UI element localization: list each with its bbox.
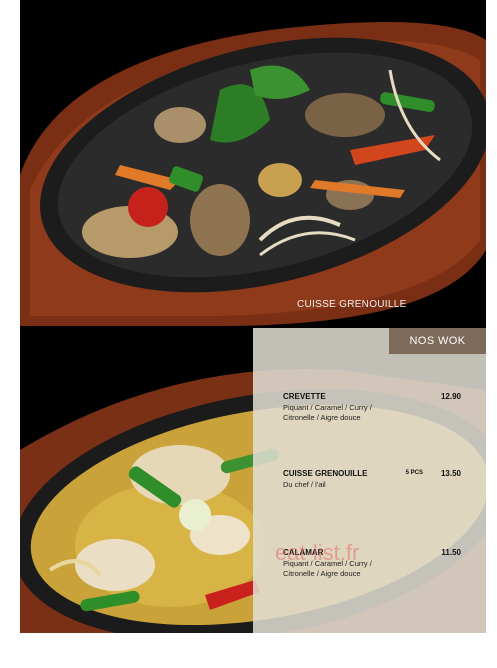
menu-item: CUISSE GRENOUILLE 5 PCS 13.50 Du chef / … — [283, 469, 473, 490]
section-title: NOS WOK — [389, 328, 486, 354]
menu-item: CREVETTE 12.90 Piquant / Caramel / Curry… — [283, 392, 473, 423]
watermark: eat-list.fr — [275, 540, 360, 565]
dish-price: 13.50 — [440, 469, 461, 478]
dish-price: 12.90 — [440, 392, 461, 401]
dish-description: Du chef / l'ail — [283, 480, 326, 489]
dish-description: Piquant / Caramel / Curry / Citronelle /… — [283, 403, 372, 422]
frog-legs-photo — [20, 0, 486, 326]
dish-pieces: 5 PCS — [405, 470, 423, 476]
photo-caption: CUISSE GRENOUILLE — [297, 299, 407, 310]
dish-price: 11.50 — [441, 548, 461, 557]
menu-panel: NOS WOK CREVETTE 12.90 Piquant / Caramel… — [253, 328, 486, 633]
menu-page: CUISSE GRENOUILLE NOS WOK CREVETTE 12.90… — [20, 0, 486, 633]
